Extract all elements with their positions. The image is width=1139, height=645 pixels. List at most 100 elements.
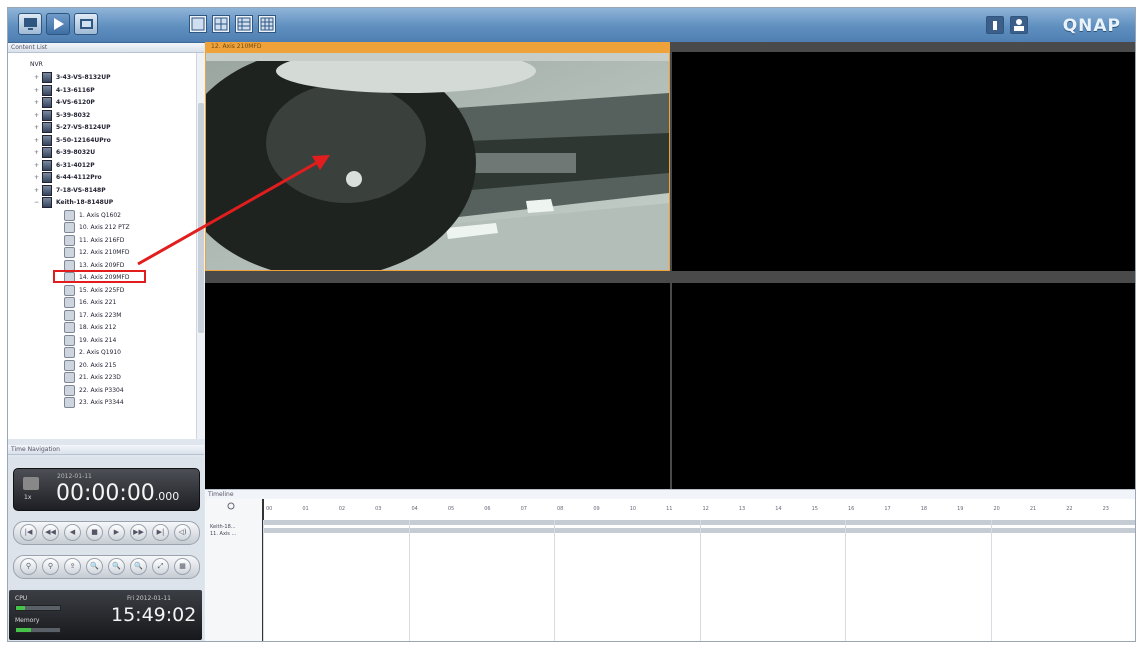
tree-root[interactable]: NVR [30,59,43,71]
timeline-hour-label: 07 [520,506,527,512]
playback-time-value: 00:00:00 [56,481,155,506]
playback-tool-button[interactable]: 🔍 [86,558,103,575]
tree-server-item[interactable]: +3-43-VS-8132UP [34,72,111,84]
channel-3-video[interactable] [205,283,670,489]
playback-control-button[interactable]: ◀ [64,524,81,541]
layout-single-button[interactable] [189,15,207,33]
channel-3-header[interactable] [205,273,670,283]
playback-tool-button[interactable]: ⇪ [64,558,81,575]
tree-camera-item[interactable]: 16. Axis 221 [64,297,116,309]
playback-control-button[interactable]: ■ [86,524,103,541]
zoom-icon[interactable] [227,502,237,510]
tree-camera-item[interactable]: 17. Axis 223M [64,309,121,322]
timeline-gridline [408,520,410,641]
timeline-hour-label: 00 [266,506,273,512]
timeline-hour-label: 02 [338,506,346,512]
camera-icon [64,372,75,383]
info-button[interactable] [986,16,1004,34]
playback-tool-button[interactable]: ⚲ [20,558,37,575]
tree-server-item[interactable]: +6-31-4012P [34,159,95,172]
playback-control-button[interactable]: |◀ [20,524,37,541]
playback-tool-button[interactable]: ▦ [174,558,191,575]
tree-camera-item[interactable]: 10. Axis 212 PTZ [64,222,130,234]
tree-server-item[interactable]: +5-39-8032 [34,109,90,122]
tree-camera-item[interactable]: 11. Axis 216FD [64,234,124,247]
expand-icon[interactable]: + [34,160,42,172]
tree-camera-item[interactable]: 15. Axis 225FD [64,284,124,297]
playback-view-button[interactable] [46,13,70,35]
channel-1-video[interactable] [205,52,670,271]
quad-layout-icon [214,17,228,31]
tree-server-item[interactable]: − Keith-18-8148UP [34,197,113,209]
monitor-view-button[interactable] [18,13,42,35]
time-navigation-panel: 1x 2012-01-11 00:00:00.000 |◀ ◀◀ ◀ ■ ▶ ▶▶ ▶| ◁)… [8,457,204,641]
tree-server-item[interactable]: +6-39-8032U [34,147,95,159]
tree-server-item[interactable]: +6-44-4112Pro [34,172,102,184]
tree-camera-item[interactable]: 2. Axis Q1910 [64,347,121,359]
tree-camera-item[interactable]: 12. Axis 210MFD [64,247,130,259]
expand-icon[interactable]: + [34,172,42,184]
tree-camera-item[interactable]: 23. Axis P3344 [64,397,124,409]
tree-server-item[interactable]: +5-50-12164UPro [34,134,111,147]
tree-camera-item[interactable]: 18. Axis 212 [64,322,116,334]
calendar-icon[interactable] [23,477,39,490]
info-icon [993,21,997,30]
playback-control-button[interactable]: ▶| [152,524,169,541]
playback-control-button[interactable]: ▶ [108,524,125,541]
tree-server-item[interactable]: +5-27-VS-8124UP [34,122,111,134]
tree-scrollbar[interactable] [196,53,205,439]
top-toolbar: QNAP [8,8,1135,43]
timeline-hour-label: 13 [738,506,746,512]
tree-camera-item[interactable]: 21. Axis 223D [64,372,121,384]
expand-icon[interactable]: + [34,135,42,147]
playback-tool-button[interactable]: ⤢ [152,558,169,575]
tree-server-item[interactable]: +4-VS-6120P [34,97,95,109]
channel-2-header[interactable] [672,42,1135,52]
layout-quad-button[interactable] [212,15,230,33]
expand-icon[interactable]: + [34,72,42,84]
playback-tool-button[interactable]: 🔍 [108,558,125,575]
tree-camera-item[interactable]: 19. Axis 214 [64,334,116,347]
channel-4-header[interactable] [672,273,1135,283]
channel-1-header[interactable]: 12. Axis 210MFD [205,42,670,52]
timeline-hour-label: 20 [993,506,1000,512]
tree-camera-item[interactable]: 20. Axis 215 [64,359,116,372]
channel-2-video[interactable] [672,52,1135,271]
timeline-hour-label: 23 [1102,506,1109,512]
playback-control-button[interactable]: ◁) [174,524,191,541]
timeline-hour-label: 15 [811,506,818,512]
timeline-ruler[interactable]: 00 01 02 03 04 05 06 07 08 09 10 11 12 13 14 15 16 17 18 19… [262,506,1135,518]
expand-icon[interactable]: − [34,197,42,209]
tree-camera-item[interactable]: 1. Axis Q1602 [64,209,121,222]
user-button[interactable] [1010,16,1028,34]
playback-tool-button[interactable]: 🔍 [130,558,147,575]
timeline-hour-label: 17 [884,506,891,512]
expand-icon[interactable]: + [34,122,42,134]
tree-camera-item[interactable]: 22. Axis P3304 [64,384,124,397]
camera-label: 1. Axis Q1602 [79,211,121,219]
camera-icon [64,322,75,333]
playback-control-button[interactable]: ▶▶ [130,524,147,541]
camera-icon [64,397,75,408]
expand-icon[interactable]: + [34,110,42,122]
server-icon [42,97,52,108]
expand-icon[interactable]: + [34,85,42,97]
layout-six-button[interactable] [235,15,253,33]
camera-icon [64,347,75,358]
timeline-hour-label: 19 [957,506,964,512]
tree-server-item[interactable]: +4-13-6116P [34,84,95,97]
tree-scroll-thumb[interactable] [198,103,204,333]
convert-view-button[interactable] [74,13,98,35]
playback-clock: 1x 2012-01-11 00:00:00.000 [13,468,200,511]
tree-server-item[interactable]: +7-18-VS-8148P [34,184,106,197]
channel-4-video[interactable] [672,283,1135,489]
expand-icon[interactable]: + [34,97,42,109]
server-label: Keith-18-8148UP [56,199,114,206]
playback-tool-button[interactable]: ⚲ [42,558,59,575]
layout-nine-button[interactable] [258,15,276,33]
playback-date: 2012-01-11 [57,473,92,480]
expand-icon[interactable]: + [34,185,42,197]
playback-control-button[interactable]: ◀◀ [42,524,59,541]
server-label: 6-39-8032U [56,149,96,156]
expand-icon[interactable]: + [34,147,42,159]
